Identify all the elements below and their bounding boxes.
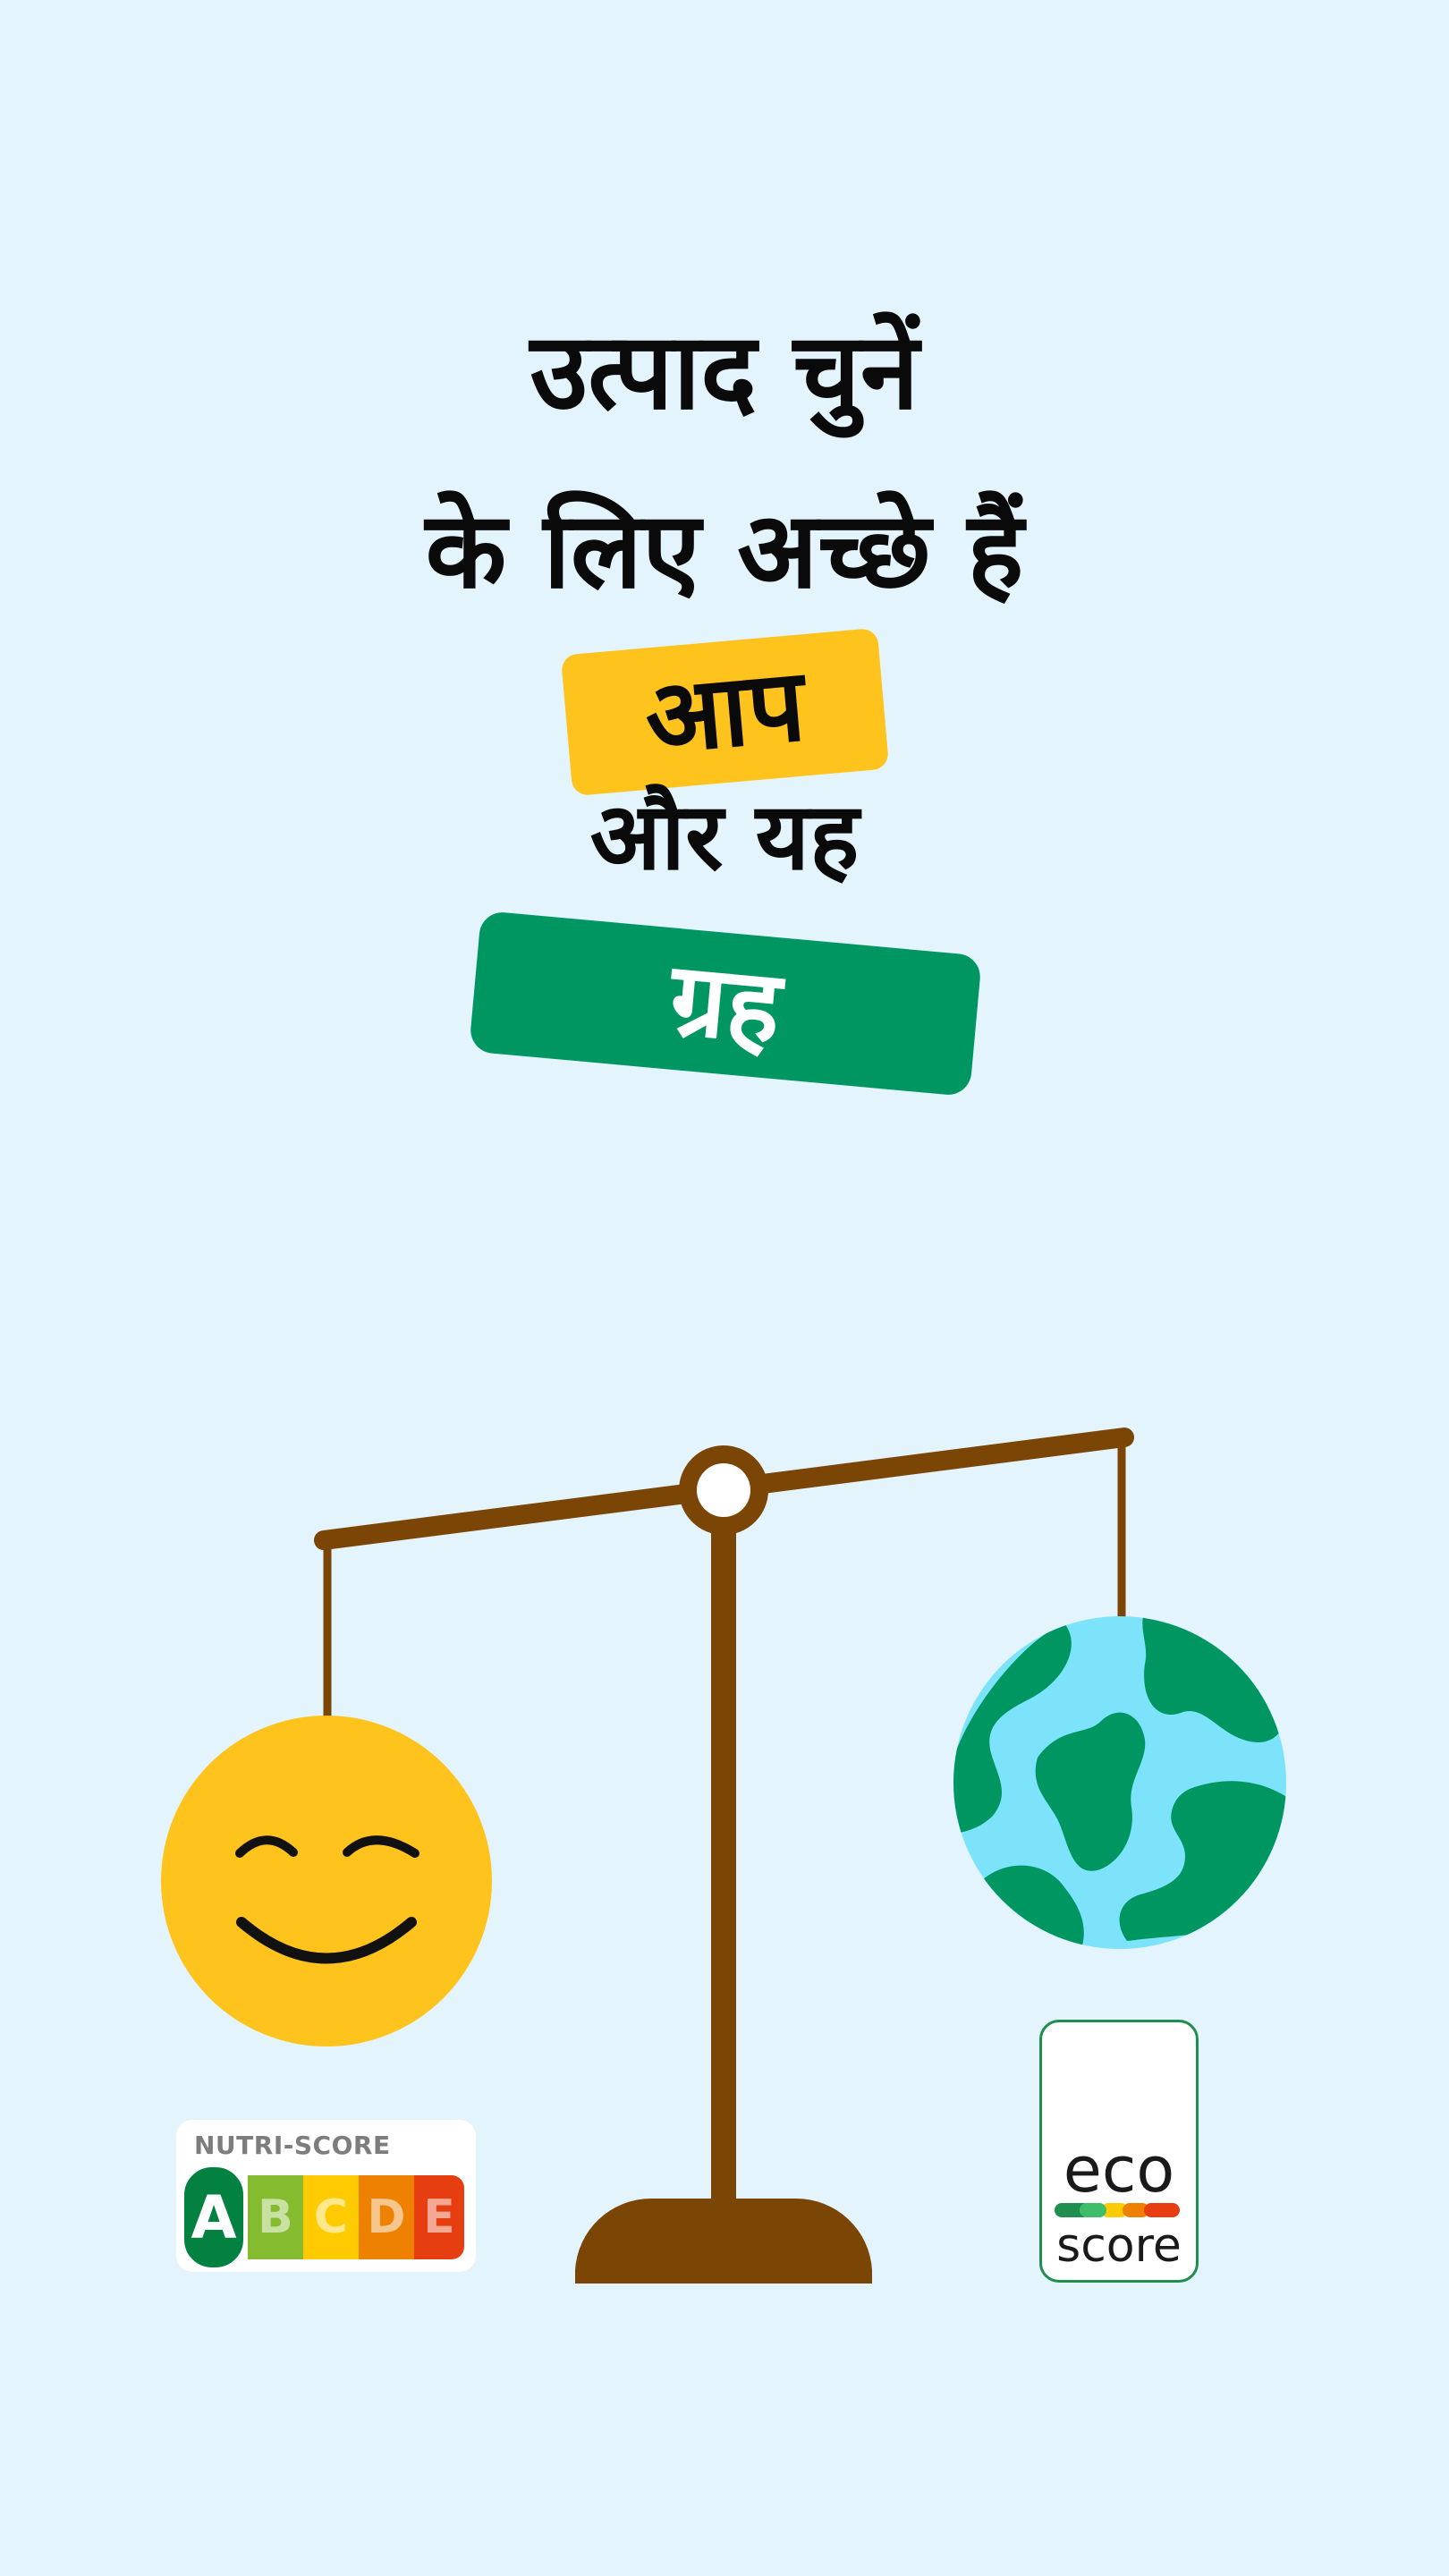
nutri-score-title: NUTRI-SCORE [194, 2131, 391, 2160]
nutri-grade-a-selected: A [180, 2163, 248, 2272]
nutri-score-badge: NUTRI-SCORE B C D E A [176, 2120, 476, 2272]
nutri-grade-b: B [248, 2175, 303, 2259]
nutri-grade-d: D [359, 2175, 414, 2259]
eco-score-word-score: score [1056, 2219, 1182, 2273]
earth-globe-icon [953, 1616, 1286, 1949]
smiling-face-icon [161, 1716, 492, 2046]
nutri-grade-e: E [414, 2175, 464, 2259]
eco-score-scale-bar [1055, 2203, 1180, 2217]
nutri-grade-c: C [303, 2175, 359, 2259]
eco-score-badge: eco score [1039, 2020, 1199, 2283]
eco-score-word-eco: eco [1063, 2133, 1175, 2207]
